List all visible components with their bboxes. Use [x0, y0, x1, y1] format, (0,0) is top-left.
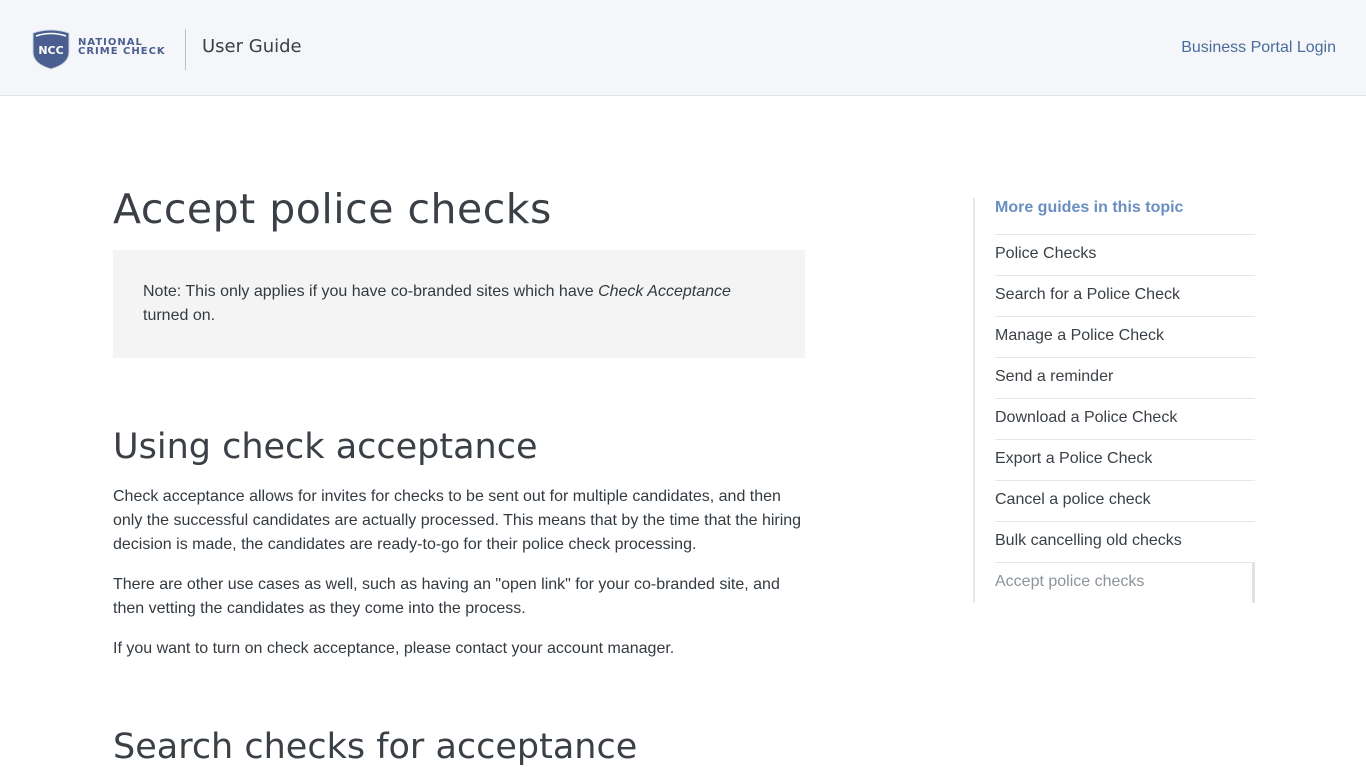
paragraph-3: If you want to turn on check acceptance,…: [113, 640, 675, 657]
note-box: Note: This only applies if you have co-b…: [113, 250, 805, 358]
note-suffix: turned on.: [143, 307, 216, 324]
sidebar-item-bulk-cancelling[interactable]: Bulk cancelling old checks: [995, 521, 1255, 562]
sidebar-item-cancel-police-check[interactable]: Cancel a police check: [995, 480, 1255, 521]
section-heading-using-check-acceptance: Using check acceptance: [113, 427, 538, 467]
sidebar-item-send-reminder[interactable]: Send a reminder: [995, 357, 1255, 398]
page-title: Accept police checks: [113, 185, 552, 233]
logo-wordmark: National Crime Check: [78, 38, 178, 57]
ncc-logo[interactable]: NCC National Crime Check: [30, 28, 175, 72]
shield-logo-icon: NCC: [32, 29, 70, 70]
paragraph-1: Check acceptance allows for invites for …: [113, 488, 802, 553]
sidebar-item-accept-police-checks[interactable]: Accept police checks: [995, 562, 1255, 603]
sidebar-item-export-police-check[interactable]: Export a Police Check: [995, 439, 1255, 480]
note-prefix: Note: This only applies if you have co-b…: [143, 283, 599, 300]
logo-abbr: NCC: [38, 44, 63, 57]
sidebar-item-download-police-check[interactable]: Download a Police Check: [995, 398, 1255, 439]
sidebar-item-police-checks[interactable]: Police Checks: [995, 234, 1255, 275]
sidebar-title: More guides in this topic: [995, 199, 1184, 216]
paragraph-2: There are other use cases as well, such …: [113, 576, 780, 617]
sidebar-item-search-police-check[interactable]: Search for a Police Check: [995, 275, 1255, 316]
note-emphasis: Check Acceptance: [598, 283, 731, 300]
header-title[interactable]: User Guide: [202, 36, 302, 57]
topic-guides-sidebar: More guides in this topic Police Checks …: [973, 198, 1255, 603]
logo-line-2: Crime Check: [78, 46, 166, 57]
business-portal-login-link[interactable]: Business Portal Login: [1181, 39, 1336, 57]
sidebar-guide-list: Police Checks Search for a Police Check …: [995, 234, 1255, 603]
sidebar-item-manage-police-check[interactable]: Manage a Police Check: [995, 316, 1255, 357]
site-header: NCC National Crime Check User Guide Busi…: [0, 0, 1366, 96]
section-heading-search-checks: Search checks for acceptance: [113, 727, 638, 767]
header-divider: [185, 29, 186, 70]
main-content: Accept police checks Note: This only app…: [113, 180, 813, 769]
